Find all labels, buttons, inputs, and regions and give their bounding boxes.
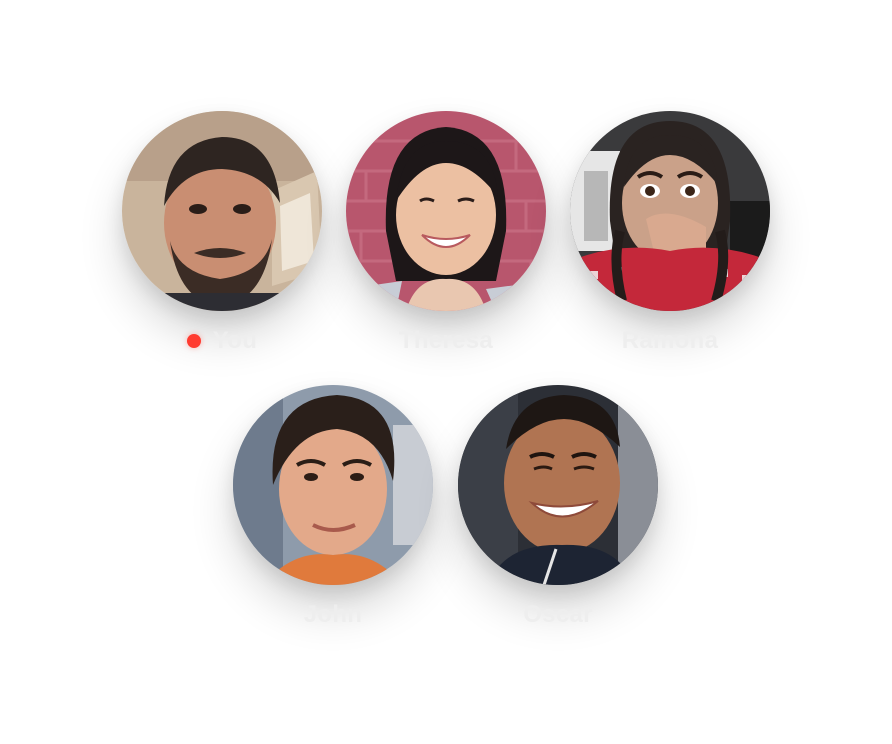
video-feed-you — [122, 111, 322, 311]
participant-name: Theresa — [398, 327, 494, 354]
participant-theresa-label: Theresa — [346, 325, 546, 357]
video-tile-john[interactable] — [233, 385, 433, 585]
participant-name: Ramona — [621, 327, 719, 354]
participant-theresa[interactable]: Theresa — [346, 111, 546, 371]
video-feed-ramona — [570, 111, 770, 311]
participant-name: You — [212, 327, 258, 354]
participant-name: Oscar — [523, 601, 593, 628]
video-feed-john — [233, 385, 433, 585]
participant-you[interactable]: You — [122, 111, 322, 371]
participant-ramona[interactable]: Ramona — [570, 111, 770, 371]
video-tile-oscar[interactable] — [458, 385, 658, 585]
recording-dot-icon — [186, 334, 201, 348]
video-feed-theresa — [346, 111, 546, 311]
video-feed-oscar — [458, 385, 658, 585]
participant-john-label: John — [233, 599, 433, 631]
participant-john[interactable]: John — [233, 385, 433, 645]
group-call-grid: You Theresa Ramona John Oscar — [0, 0, 892, 744]
participant-ramona-label: Ramona — [570, 325, 770, 357]
participant-oscar[interactable]: Oscar — [458, 385, 658, 645]
video-tile-theresa[interactable] — [346, 111, 546, 311]
video-tile-ramona[interactable] — [570, 111, 770, 311]
participant-oscar-label: Oscar — [458, 599, 658, 631]
participant-you-label: You — [122, 325, 322, 357]
participant-name: John — [303, 601, 363, 628]
video-tile-you[interactable] — [122, 111, 322, 311]
